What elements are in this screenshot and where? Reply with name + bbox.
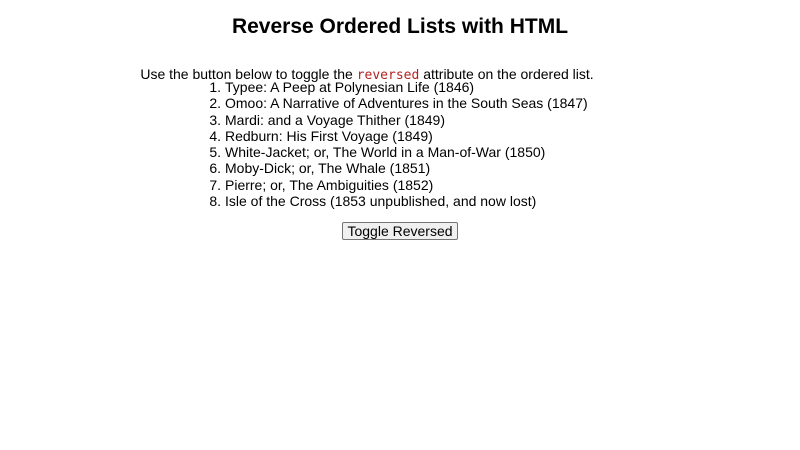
list-item: 1. Typee: A Peep at Polynesian Life (1846… <box>209 79 588 95</box>
list-item-number: 4. <box>209 127 221 144</box>
list-item-text: White-Jacket; or, The World in a Man-of-… <box>225 144 546 160</box>
list-item-number: 5. <box>209 144 221 160</box>
page: Reverse Ordered Lists with HTML Use the … <box>0 0 800 450</box>
list-item-number: 1. <box>209 79 221 95</box>
list-item-number: 8. <box>209 192 221 209</box>
list-item-text: Mardi: and a Voyage Thither (1849) <box>225 111 445 128</box>
list-item: 2. Omoo: A Narrative of Adventures in the… <box>209 95 588 112</box>
list-item-text: Isle of the Cross (1853 unpublished, and… <box>225 192 537 209</box>
book-list: 1. Typee: A Peep at Polynesian Life (1846… <box>209 79 588 209</box>
list-item-number: 2. <box>209 95 221 112</box>
list-item: 5. White-Jacket; or, The World in a Man-o… <box>209 144 588 160</box>
list-item: 3. Mardi: and a Voyage Thither (1849) <box>209 111 588 128</box>
list-item: 6. Moby-Dick; or, The Whale (1851) <box>209 160 588 177</box>
list-item-number: 3. <box>209 111 221 128</box>
list-item-text: Pierre; or, The Ambiguities (1852) <box>225 176 434 193</box>
list-item-text: Omoo: A Narrative of Adventures in the S… <box>225 95 588 112</box>
list-item-number: 6. <box>209 160 221 177</box>
list-item-text: Redburn: His First Voyage (1849) <box>225 127 433 144</box>
list-item-text: Moby-Dick; or, The Whale (1851) <box>225 160 431 177</box>
list-item: 4. Redburn: His First Voyage (1849) <box>209 127 588 144</box>
list-item-text: Typee: A Peep at Polynesian Life (1846) <box>225 79 475 95</box>
page-title: Reverse Ordered Lists with HTML <box>231 15 569 38</box>
list-item-number: 7. <box>209 176 221 193</box>
list-item: 7. Pierre; or, The Ambiguities (1852) <box>209 176 588 193</box>
toggle-container: Toggle Reversed <box>0 222 800 241</box>
list-item: 8. Isle of the Cross (1853 unpublished, a… <box>209 192 588 209</box>
toggle-reversed-button[interactable]: Toggle Reversed <box>342 222 458 240</box>
